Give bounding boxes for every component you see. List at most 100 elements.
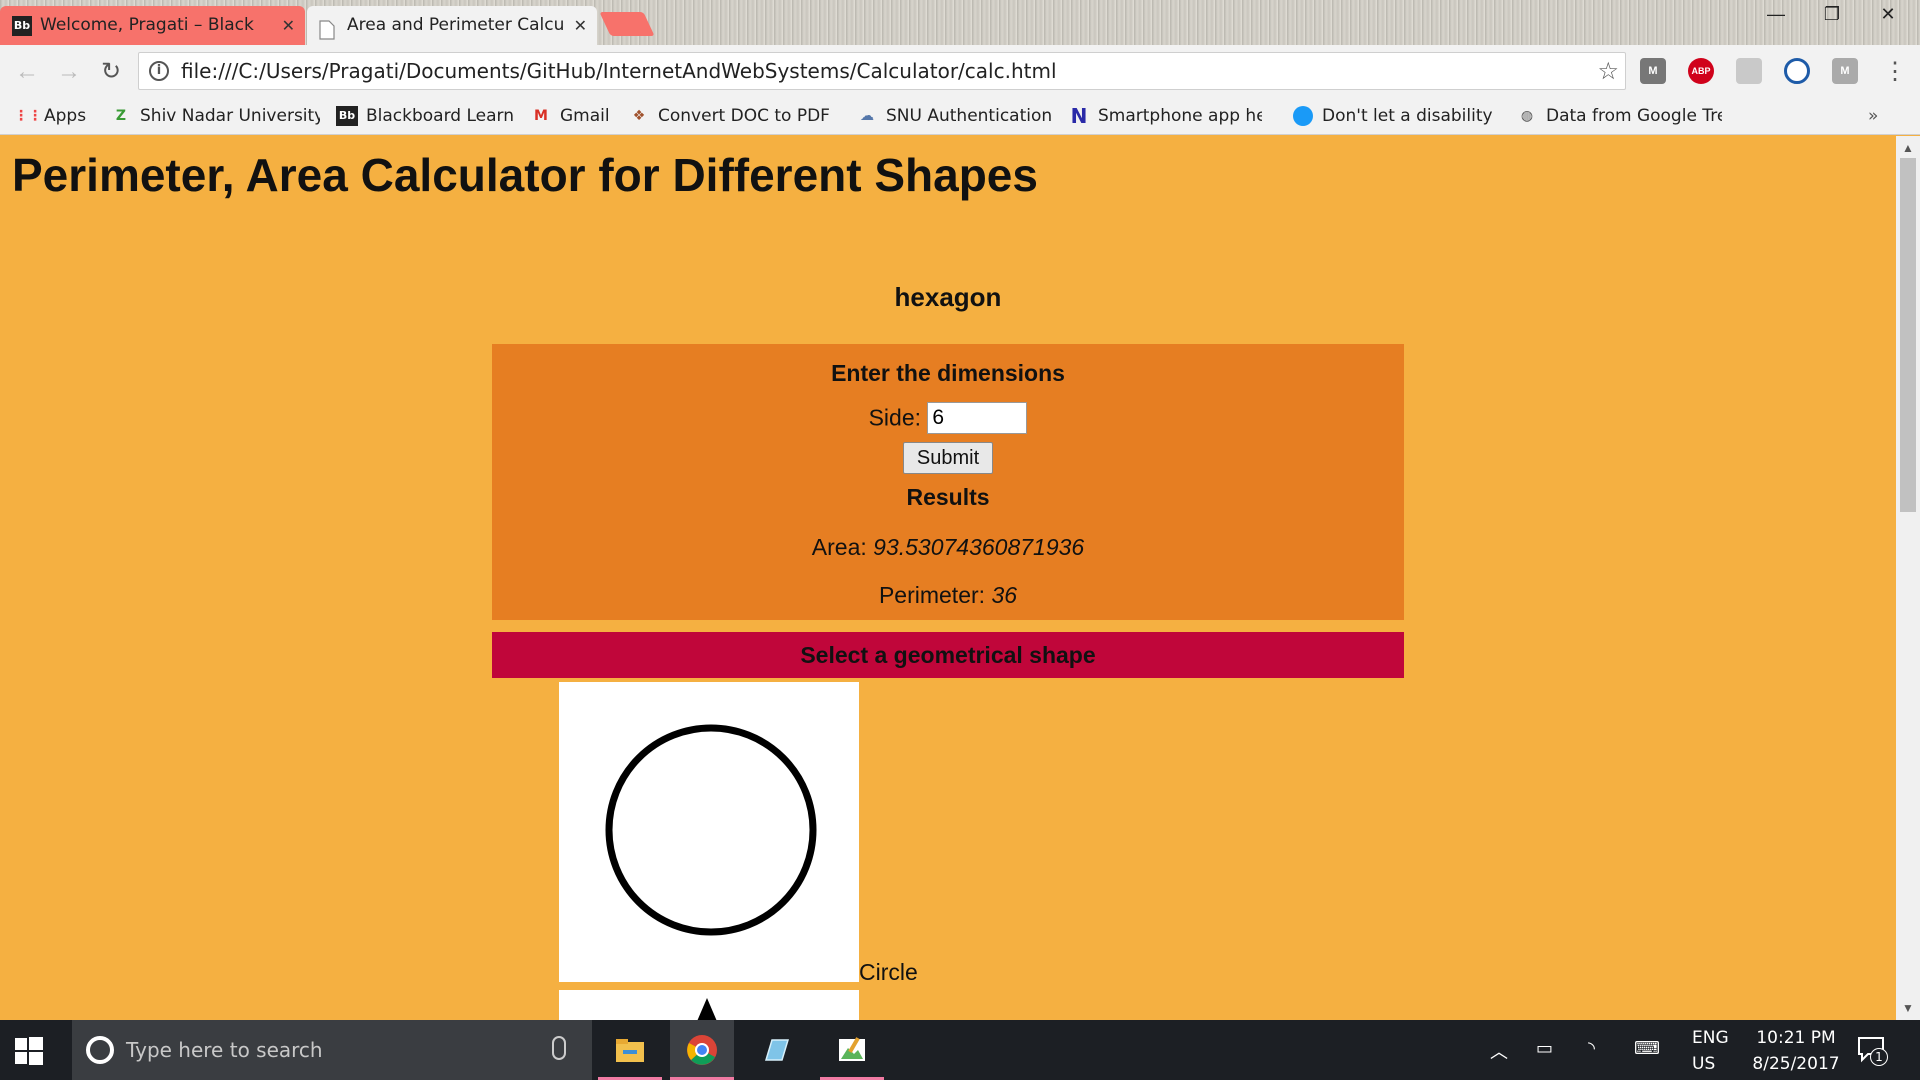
chrome-taskbar-button[interactable] — [670, 1020, 734, 1080]
address-bar[interactable]: i file:///C:/Users/Pragati/Documents/Git… — [138, 52, 1626, 90]
bookmark-smartphone[interactable]: N Smartphone app help — [1066, 103, 1262, 129]
bookmark-label: Gmail — [560, 106, 610, 126]
page-title: Perimeter, Area Calculator for Different… — [12, 149, 1038, 201]
keyboard-icon[interactable]: ⌨ — [1634, 1038, 1660, 1059]
bookmark-star-icon[interactable]: ☆ — [1597, 53, 1619, 89]
browser-tab-strip: Bb Welcome, Pragati – Black ✕ Area and P… — [0, 0, 1920, 45]
area-result: Area: 93.53074360871936 — [492, 534, 1404, 561]
paint-taskbar-button[interactable] — [820, 1020, 884, 1080]
notification-count-badge: 1 — [1870, 1048, 1888, 1066]
search-placeholder: Type here to search — [126, 1038, 323, 1062]
new-tab-button[interactable] — [599, 12, 655, 36]
triangle-shape-image[interactable] — [559, 990, 859, 1020]
bookmark-disability[interactable]: Don't let a disability s — [1290, 103, 1496, 129]
convert-icon: ❖ — [632, 108, 646, 124]
url-text: file:///C:/Users/Pragati/Documents/GitHu… — [181, 59, 1057, 83]
circle-shape-image[interactable] — [559, 682, 859, 982]
wifi-icon[interactable]: ◝ — [1588, 1038, 1595, 1059]
side-input-row: Side: — [492, 402, 1404, 434]
scroll-up-arrow-icon[interactable]: ▲ — [1896, 138, 1920, 158]
bookmark-shiv-nadar[interactable]: Z Shiv Nadar University — [108, 103, 320, 129]
reload-icon[interactable]: ↻ — [96, 57, 126, 87]
blue-dot-icon — [1292, 106, 1314, 126]
bookmark-label: SNU Authentication — [886, 106, 1053, 126]
calculator-panel: Enter the dimensions Side: Submit Result… — [492, 344, 1404, 620]
blackboard-favicon-icon: Bb — [12, 16, 32, 36]
cortana-icon — [86, 1036, 114, 1064]
language-indicator-line2[interactable]: US — [1692, 1054, 1715, 1074]
close-tab-icon[interactable]: ✕ — [574, 6, 587, 45]
bookmark-apps[interactable]: ⋮⋮ Apps — [12, 103, 86, 129]
adblock-icon[interactable]: ABP — [1688, 58, 1714, 84]
bookmark-label: Apps — [44, 106, 87, 126]
tab-label: Welcome, Pragati – Black — [40, 15, 254, 35]
bookmark-gmail[interactable]: M Gmail — [528, 103, 610, 129]
snu-logo-icon: Z — [115, 108, 127, 124]
minimize-icon[interactable]: — — [1748, 0, 1804, 30]
submit-button[interactable]: Submit — [903, 442, 993, 474]
chrome-icon — [687, 1035, 717, 1065]
extension-m-icon[interactable]: M — [1832, 58, 1858, 84]
back-arrow-icon[interactable]: ← — [12, 57, 42, 87]
cloud-icon: ☁ — [860, 108, 874, 124]
apps-grid-icon: ⋮⋮ — [14, 108, 42, 124]
perimeter-result: Perimeter: 36 — [492, 582, 1404, 609]
forward-arrow-icon[interactable]: → — [54, 57, 84, 87]
bookmark-label: Shiv Nadar University — [140, 106, 320, 126]
circle-shape-icon — [605, 724, 817, 936]
tab-label: Area and Perimeter Calcu — [347, 15, 565, 35]
taskbar-search-box[interactable]: Type here to search — [72, 1020, 592, 1080]
globe-icon: ◍ — [1520, 108, 1534, 124]
tray-overflow-chevron-icon[interactable]: ︿ — [1490, 1038, 1508, 1064]
vertical-scrollbar[interactable]: ▲ ▼ — [1896, 136, 1920, 1020]
notes-app-icon — [764, 1039, 790, 1061]
close-window-icon[interactable]: ✕ — [1860, 0, 1916, 30]
triangle-shape-icon — [697, 998, 717, 1020]
circle-label: Circle — [859, 959, 918, 985]
windows-taskbar: Type here to search ︿ ▭ ◝ ⌨ ENG US 10:21… — [0, 1020, 1920, 1080]
windows-start-icon[interactable] — [14, 1036, 44, 1066]
selected-shape-heading: hexagon — [894, 282, 1002, 312]
battery-icon[interactable]: ▭ — [1536, 1038, 1553, 1059]
notification-center-icon[interactable]: 1 — [1856, 1034, 1888, 1066]
side-label: Side: — [868, 404, 922, 431]
bookmark-snu-auth[interactable]: ☁ SNU Authentication — [854, 103, 1052, 129]
notes-taskbar-button[interactable] — [744, 1020, 808, 1080]
tab-blackboard[interactable]: Bb Welcome, Pragati – Black ✕ — [0, 6, 305, 45]
perimeter-label: Perimeter: — [878, 582, 986, 608]
area-value: 93.53074360871936 — [873, 534, 1085, 560]
acrobat-icon[interactable] — [1736, 58, 1762, 84]
restore-icon[interactable]: ❐ — [1804, 0, 1860, 30]
bookmarks-bar: ⋮⋮ Apps Z Shiv Nadar University Bb Black… — [0, 97, 1920, 135]
bookmark-blackboard[interactable]: Bb Blackboard Learn — [334, 103, 514, 129]
tab-calculator[interactable]: Area and Perimeter Calcu ✕ — [307, 6, 597, 45]
bookmark-label: Data from Google Tre — [1546, 106, 1722, 126]
menu-dots-icon[interactable]: ⋮ — [1880, 57, 1910, 87]
extension-mendeley-icon[interactable]: M — [1640, 58, 1666, 84]
language-indicator-line1[interactable]: ENG — [1692, 1028, 1729, 1048]
clock-time[interactable]: 10:21 PM — [1748, 1028, 1844, 1048]
close-tab-icon[interactable]: ✕ — [282, 6, 295, 45]
browser-toolbar: ← → ↻ i file:///C:/Users/Pragati/Documen… — [0, 45, 1920, 97]
side-input[interactable] — [927, 402, 1028, 434]
bookmark-convert-doc[interactable]: ❖ Convert DOC to PDF — [626, 103, 836, 129]
clock-date[interactable]: 8/25/2017 — [1748, 1054, 1844, 1074]
file-explorer-taskbar-button[interactable] — [598, 1020, 662, 1080]
bookmarks-overflow-chevron[interactable]: » — [1868, 103, 1878, 129]
bookmark-label: Blackboard Learn — [366, 106, 515, 126]
perimeter-value: 36 — [991, 582, 1018, 608]
microphone-icon[interactable] — [552, 1036, 566, 1060]
page-favicon-icon — [319, 16, 339, 40]
info-icon[interactable]: i — [149, 61, 169, 81]
page-viewport: Perimeter, Area Calculator for Different… — [0, 136, 1896, 1020]
paint-app-icon — [839, 1037, 865, 1061]
scroll-thumb[interactable] — [1900, 158, 1916, 512]
bookmark-label: Convert DOC to PDF — [658, 106, 830, 126]
dimensions-heading: Enter the dimensions — [831, 360, 1065, 386]
bookmark-google-trends[interactable]: ◍ Data from Google Tre — [1514, 103, 1722, 129]
scroll-down-arrow-icon[interactable]: ▼ — [1896, 998, 1920, 1018]
area-label: Area: — [811, 534, 867, 560]
gmail-icon: M — [534, 108, 548, 124]
select-shape-bar: Select a geometrical shape — [492, 632, 1404, 678]
play-extension-icon[interactable] — [1784, 58, 1810, 84]
